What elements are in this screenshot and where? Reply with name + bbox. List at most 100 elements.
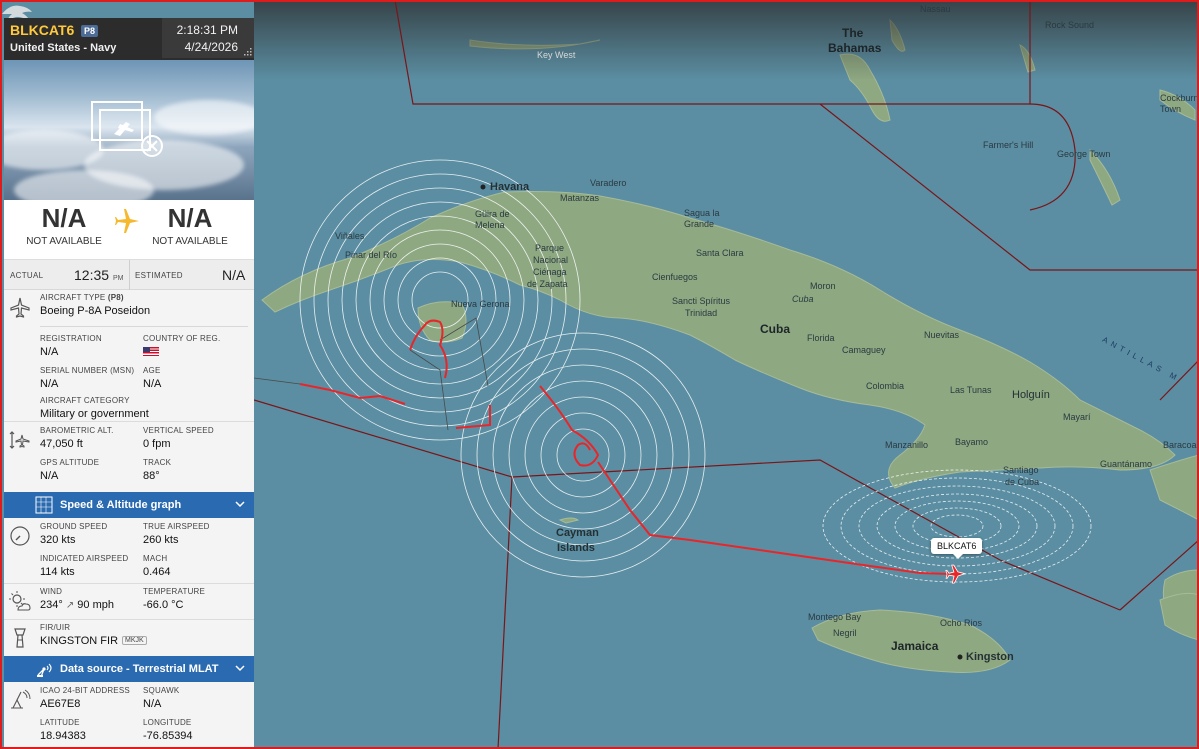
us-flag-icon xyxy=(143,347,159,356)
baro-alt-label: BAROMETRIC ALT. xyxy=(40,426,114,435)
wind-value: 234° ↗ 90 mph xyxy=(40,599,114,611)
weather-icon xyxy=(9,591,31,611)
map-label-florida: Florida xyxy=(807,333,835,343)
clock-date: 4/24/2026 xyxy=(184,40,238,54)
map-label-bahamas: Bahamas xyxy=(828,41,882,55)
map-label-jamaica: Jamaica xyxy=(891,639,939,653)
clock-time: 2:18:31 PM xyxy=(176,23,238,37)
data-source-toggle[interactable]: Data source - Terrestrial MLAT xyxy=(4,656,254,682)
map-label-the: The xyxy=(842,26,864,40)
fir-boundaries xyxy=(253,0,1199,749)
speedometer-icon xyxy=(10,526,30,546)
aircraft-type-value: Boeing P-8A Poseidon xyxy=(40,305,151,317)
weather-section: WIND 234° ↗ 90 mph TEMPERATURE -66.0 °C xyxy=(4,584,254,620)
speed-altitude-graph-toggle[interactable]: Speed & Altitude graph xyxy=(4,492,254,518)
origin-status: NOT AVAILABLE xyxy=(26,236,102,247)
fir-label: FIR/UIR xyxy=(40,623,71,632)
source-bar-label: Data source - Terrestrial MLAT xyxy=(60,663,219,675)
control-tower-icon xyxy=(14,628,26,648)
altitude-icon xyxy=(9,431,30,449)
map-label-nueva-gerona: Nueva Gerona xyxy=(451,299,510,309)
country-label: COUNTRY OF REG. xyxy=(143,334,221,343)
map-label-las-tunas: Las Tunas xyxy=(950,385,992,395)
map-label-islands: Islands xyxy=(557,542,595,554)
fir-value: KINGSTON FIR MKJK xyxy=(40,635,147,647)
temperature-label: TEMPERATURE xyxy=(143,587,206,596)
aircraft-photo[interactable] xyxy=(4,60,254,200)
map-label-cuba: Cuba xyxy=(760,322,790,336)
map-label-ocho: Ocho Rios xyxy=(940,618,983,628)
panel-header: BLKCAT6 P8 United States - Navy 2:18:31 … xyxy=(4,18,254,60)
destination-code[interactable]: N/A xyxy=(140,203,240,234)
chevron-down-icon[interactable] xyxy=(234,662,246,674)
radar-icon xyxy=(11,689,31,709)
altitude-section: BAROMETRIC ALT. 47,050 ft VERTICAL SPEED… xyxy=(4,422,254,492)
resize-grip-icon[interactable] xyxy=(243,47,252,56)
map-label-vinales: Viñales xyxy=(335,231,365,241)
map-label-cienaga: Ciénaga xyxy=(533,267,567,277)
aircraft-map-label[interactable]: BLKCAT6 xyxy=(931,538,983,559)
origin-code[interactable]: N/A xyxy=(14,203,114,234)
wind-arrow-icon: ↗ xyxy=(65,600,75,611)
map-label-sancti: Sancti Spíritus xyxy=(672,296,731,306)
map-label-guantanamo: Guantánamo xyxy=(1100,459,1153,469)
icao-value: AE67E8 xyxy=(40,698,81,710)
map-label-pinar: Pinar del Río xyxy=(345,250,398,260)
map-label-kingston: Kingston xyxy=(966,651,1014,663)
map-label-havana: Havana xyxy=(490,181,530,193)
latitude-label: LATITUDE xyxy=(40,718,80,727)
squawk-value: N/A xyxy=(143,698,162,710)
aircraft-icon xyxy=(10,297,30,318)
map-label-nacional: Nacional xyxy=(533,255,569,265)
map-label-mayari: Mayarí xyxy=(1063,412,1091,422)
category-label: AIRCRAFT CATEGORY xyxy=(40,396,130,405)
estimated-time: N/A xyxy=(222,267,246,283)
map-label-camaguey: Camaguey xyxy=(842,345,886,355)
map-label-moron: Moron xyxy=(810,281,836,291)
map-label-parque: Parque xyxy=(535,243,565,253)
map-label-town: Town xyxy=(1160,104,1182,114)
vertical-speed-label: VERTICAL SPEED xyxy=(143,426,214,435)
msn-value: N/A xyxy=(40,378,59,390)
map-label-manzanillo: Manzanillo xyxy=(885,440,929,450)
track-label: TRACK xyxy=(143,458,172,467)
map-label-farmers-hill: Farmer's Hill xyxy=(983,140,1034,150)
map-label-santiago: Santiago xyxy=(1003,465,1039,475)
map-label-rock-sound: Rock Sound xyxy=(1045,20,1095,30)
aircraft-marker xyxy=(945,564,967,584)
times-row: ACTUAL 12:35 PM ESTIMATED N/A xyxy=(4,260,254,290)
baro-alt-value: 47,050 ft xyxy=(40,438,83,450)
chevron-down-icon[interactable] xyxy=(234,498,246,510)
gps-alt-value: N/A xyxy=(40,470,59,482)
map-label-cockburn: Cockburn xyxy=(1160,93,1199,103)
map-label-cayman: Cayman xyxy=(556,527,599,539)
fir-code-badge: MKJK xyxy=(122,636,147,645)
map-label-nuevitas: Nuevitas xyxy=(924,330,960,340)
fir-section: FIR/UIR KINGSTON FIR MKJK xyxy=(4,620,254,656)
registration-value: N/A xyxy=(40,346,59,358)
map-label-nassau: Nassau xyxy=(920,4,951,14)
age-label: AGE xyxy=(143,366,161,375)
longitude-value: -76.85394 xyxy=(143,730,193,742)
map-label-guira: Güira de xyxy=(475,209,510,219)
map-label-trinidad: Trinidad xyxy=(685,308,718,318)
icao-label: ICAO 24-BIT ADDRESS xyxy=(40,686,130,695)
latitude-value: 18.94383 xyxy=(40,730,86,742)
land xyxy=(261,18,1199,673)
map-label-melena: Melena xyxy=(475,220,505,230)
map-label-varadero: Varadero xyxy=(590,178,627,188)
temperature-value: -66.0 °C xyxy=(143,599,184,611)
map-label-holguin: Holguín xyxy=(1012,389,1050,401)
actual-time: 12:35 PM xyxy=(74,267,124,283)
operator-name: United States - Navy xyxy=(10,42,117,54)
map-label-colombia: Colombia xyxy=(866,381,905,391)
no-photo-icon xyxy=(91,101,163,157)
indicated-airspeed-label: INDICATED AIRSPEED xyxy=(40,554,129,563)
source-section: ICAO 24-BIT ADDRESS AE67E8 SQUAWK N/A LA… xyxy=(4,682,254,749)
map-label-baracoa: Baracoa xyxy=(1163,440,1197,450)
msn-label: SERIAL NUMBER (MSN) xyxy=(40,366,135,375)
map-label-george-town: George Town xyxy=(1057,149,1111,159)
mach-label: MACH xyxy=(143,554,168,563)
age-value: N/A xyxy=(143,378,162,390)
route-plane-icon xyxy=(110,204,144,238)
